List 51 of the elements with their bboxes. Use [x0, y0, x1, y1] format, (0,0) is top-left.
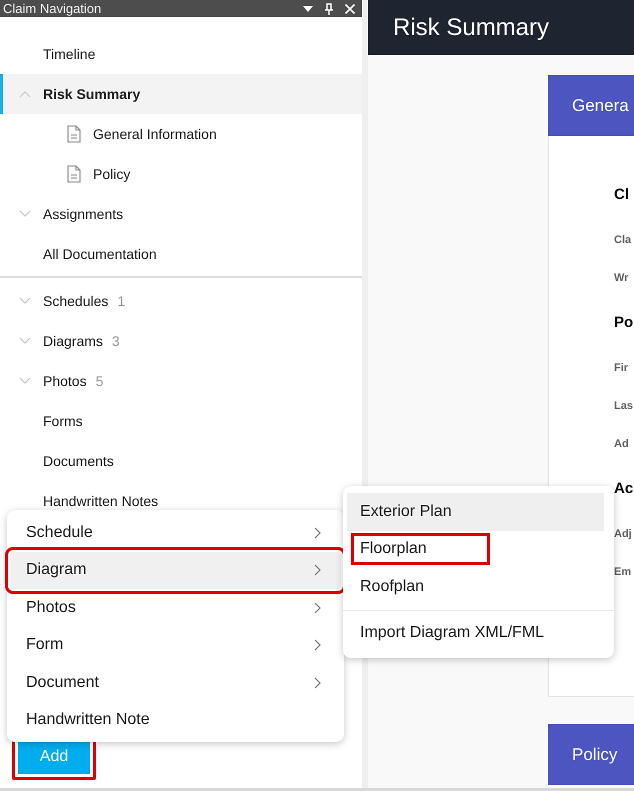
item-count: 3 [112, 333, 120, 349]
tree-item[interactable]: Documents [0, 441, 362, 481]
chevron-right-icon [313, 526, 321, 539]
section-heading: Po [614, 313, 634, 333]
pin-icon[interactable] [324, 2, 334, 14]
field-label: Cla [614, 233, 632, 248]
panel-title: Claim Navigation [3, 1, 102, 16]
menu-item[interactable]: Floorplan [347, 530, 604, 568]
chevron-up-icon[interactable] [19, 90, 31, 98]
field-label: Em [614, 565, 632, 580]
section-tab[interactable]: Policy [548, 724, 634, 785]
menu-item[interactable]: Import Diagram XML/FML [347, 614, 604, 652]
chevron-right-icon [313, 564, 321, 576]
menu-item[interactable]: Document [10, 664, 341, 702]
tree-item[interactable]: Photos 5 [0, 361, 362, 401]
section-heading: Cl [614, 185, 629, 205]
field-label: Ad [614, 437, 629, 452]
page-title: Risk Summary [393, 14, 550, 42]
close-icon[interactable] [344, 2, 356, 14]
item-count: 1 [117, 293, 126, 309]
field-label: Las [614, 399, 633, 414]
menu-item[interactable]: Photos [10, 589, 341, 626]
chevron-right-icon [313, 602, 321, 614]
menu-item[interactable]: Form [10, 626, 341, 664]
menu-item[interactable]: Roofplan [347, 568, 604, 606]
tree-item[interactable]: Forms [0, 401, 362, 441]
tree-item[interactable]: All Documentation [0, 234, 362, 274]
chevron-down-icon[interactable] [19, 377, 31, 385]
tree-item[interactable]: Risk Summary [0, 74, 362, 114]
chevron-right-icon [313, 639, 321, 652]
tree-item[interactable]: Policy [0, 154, 362, 194]
chevron-down-icon[interactable] [19, 210, 31, 218]
document-icon [67, 165, 81, 183]
field-label: Adj [614, 527, 632, 542]
field-label: Wr [614, 271, 628, 286]
menu-item[interactable]: Diagram [10, 552, 341, 589]
document-icon [67, 125, 81, 143]
chevron-down-icon[interactable] [19, 337, 31, 345]
tree-item[interactable]: General Information [0, 114, 362, 154]
tree-item[interactable]: Diagrams 3 [0, 321, 362, 361]
chevron-right-icon [313, 676, 321, 689]
chevron-down-icon[interactable] [19, 297, 31, 305]
menu-item[interactable]: Schedule [10, 514, 341, 552]
section-heading: Ac [614, 479, 634, 499]
menu-item[interactable]: Exterior Plan [347, 493, 604, 530]
tree-item[interactable]: Assignments [0, 194, 362, 234]
field-label: Fir [614, 361, 628, 376]
tree-item[interactable]: Schedules 1 [0, 281, 362, 321]
item-count: 5 [96, 373, 104, 389]
section-tab[interactable]: Genera [548, 75, 634, 136]
tree-item[interactable]: Timeline [0, 34, 362, 74]
